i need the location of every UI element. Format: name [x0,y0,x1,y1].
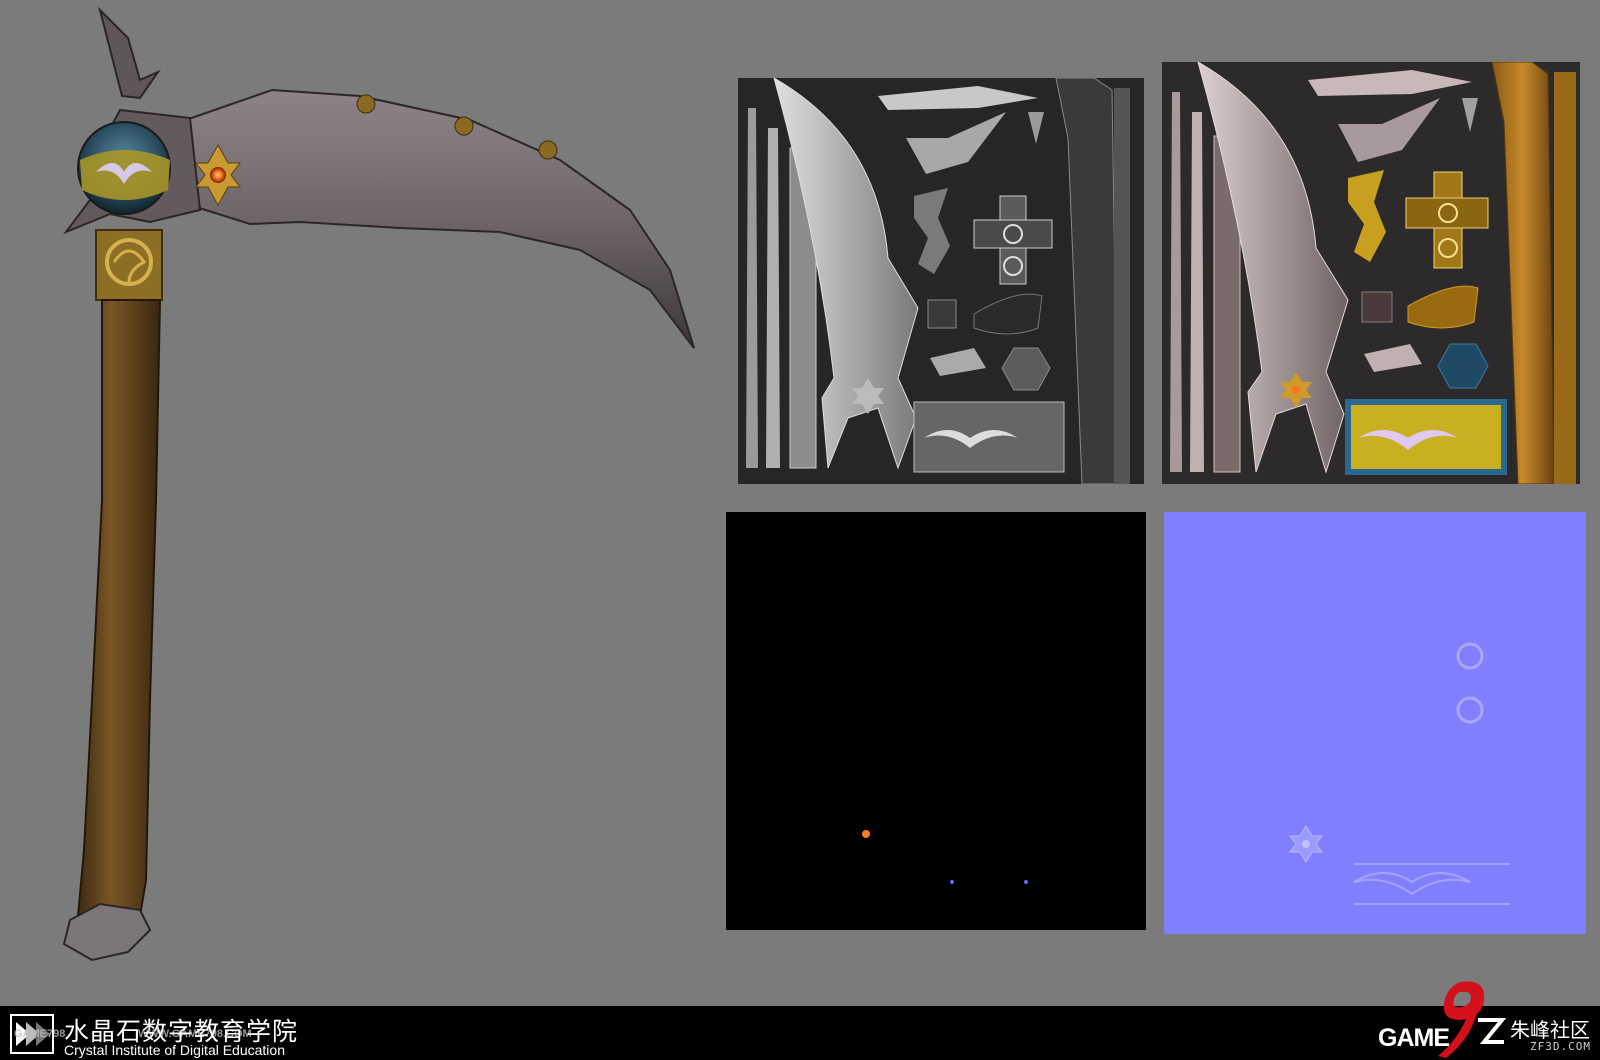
scythe-3d-render [62,6,695,962]
diffuse-color-texture [1162,62,1580,484]
scythe-blade [179,88,695,349]
blade-rivet [454,116,474,136]
emissive-atlas [726,512,1146,930]
diffuse-gray-atlas [738,78,1144,484]
uv-gem [1292,386,1300,394]
community-url: ZF3D.COM [1530,1040,1591,1053]
amber-gem [210,167,226,183]
school-name-english: Crystal Institute of Digital Education [64,1042,285,1058]
scythe-handle [76,299,162,917]
diffuse-gray-texture [738,78,1144,484]
emissive-texture [726,512,1146,930]
scythe-top-spike [98,6,161,100]
community-logo-icon [1478,1018,1507,1044]
footer-bar: GAME798 WWW.GAME798.COM 水晶石数字教育学院 Crysta… [0,1006,1600,1060]
emissive-blue-dot [1024,880,1028,884]
uv-strip [766,128,780,468]
normal-gem [1302,840,1310,848]
uv-strip [1170,92,1182,472]
emissive-amber-dot [862,830,870,838]
normal-atlas [1164,512,1586,934]
uv-strip [746,108,758,468]
uv-handle-strip [1554,72,1576,484]
emissive-blue-dot [950,880,954,884]
uv-strip [1190,112,1204,472]
scythe-pommel [62,902,152,962]
uv-square [1361,291,1393,323]
uv-square [927,299,957,329]
watermark-game798: GAME798 [14,1028,66,1040]
normal-map-texture [1164,512,1586,934]
blade-rivet [356,94,376,114]
community-name: 朱峰社区 [1510,1018,1590,1042]
blade-rivet [538,140,558,160]
uv-handle-strip [1114,88,1130,484]
diffuse-color-atlas [1162,62,1580,484]
